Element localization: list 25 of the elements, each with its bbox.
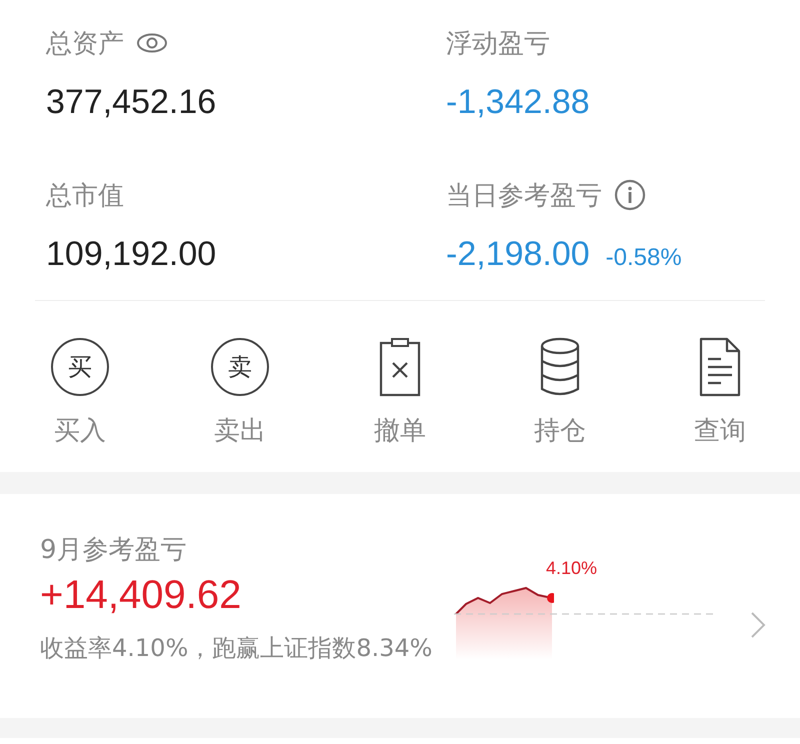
circle-glyph-icon: 卖: [211, 338, 269, 396]
info-icon[interactable]: [614, 179, 646, 211]
action-button[interactable]: 撤单: [320, 335, 480, 448]
metric-label: 总市值: [46, 180, 124, 212]
document-icon: [699, 337, 741, 397]
month-label: 9月参考盈亏: [40, 534, 188, 567]
action-button[interactable]: 持仓: [480, 335, 640, 448]
metric-label: 浮动盈亏: [446, 28, 550, 60]
return-summary: 收益率4.10%，跑赢上证指数8.34%: [40, 633, 432, 664]
action-button[interactable]: 买 买入: [0, 335, 160, 448]
action-button[interactable]: 查询: [640, 335, 800, 448]
sparkline-value: 4.10%: [546, 558, 598, 579]
eye-icon[interactable]: [136, 32, 168, 54]
metric-value: 109,192.00: [46, 234, 216, 274]
metric-label: 当日参考盈亏: [446, 180, 602, 212]
clipboard-x-icon: [379, 337, 421, 397]
action-button[interactable]: 卖 卖出: [160, 335, 320, 448]
circle-glyph-icon: 买: [51, 338, 109, 396]
month-value: +14,409.62: [40, 573, 242, 618]
metric-value: 377,452.16: [46, 82, 216, 122]
metric-label: 总资产: [46, 28, 124, 60]
metric-value: -2,198.00: [446, 234, 590, 274]
database-icon: [539, 337, 581, 397]
metric-value: -1,342.88: [446, 82, 590, 122]
percent-change: -0.58%: [606, 244, 682, 272]
